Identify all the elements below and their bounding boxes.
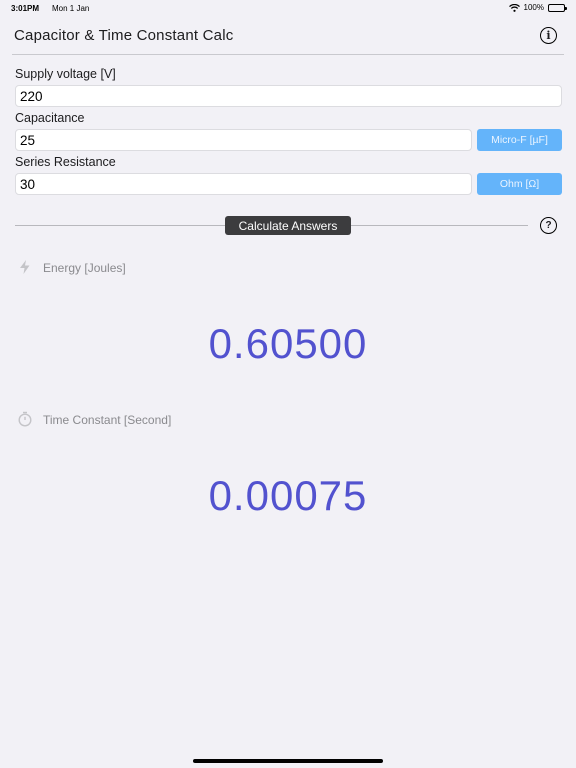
- wifi-icon: [508, 3, 520, 12]
- capacitance-label: Capacitance: [15, 111, 85, 125]
- capacitance-unit-button[interactable]: Micro-F [µF]: [477, 129, 562, 151]
- supply-voltage-label: Supply voltage [V]: [15, 67, 116, 81]
- status-bar: 3:01PM Mon 1 Jan 100%: [0, 0, 576, 16]
- resistance-unit-button[interactable]: Ohm [Ω]: [477, 173, 562, 195]
- resistance-label: Series Resistance: [15, 155, 116, 169]
- supply-voltage-field[interactable]: 220: [15, 85, 562, 107]
- info-icon[interactable]: i: [540, 27, 557, 44]
- status-right: 100%: [508, 3, 567, 12]
- capacitance-field[interactable]: 25: [15, 129, 472, 151]
- bolt-icon: [20, 260, 30, 274]
- stopwatch-icon: [18, 411, 32, 427]
- help-icon[interactable]: ?: [540, 217, 557, 234]
- energy-value: 0.60500: [208, 320, 368, 367]
- nav-divider: [12, 54, 564, 55]
- calculate-button[interactable]: Calculate Answers: [225, 216, 351, 235]
- energy-label: Energy [Joules]: [43, 261, 126, 275]
- status-date: Mon 1 Jan: [52, 4, 90, 13]
- time-constant-value: 0.00075: [208, 472, 368, 519]
- time-constant-label: Time Constant [Second]: [43, 413, 172, 427]
- battery-percent: 100%: [523, 3, 544, 12]
- resistance-field[interactable]: 30: [15, 173, 472, 195]
- status-time: 3:01PM: [11, 4, 40, 13]
- battery-icon: [548, 3, 567, 12]
- page-title: Capacitor & Time Constant Calc: [14, 27, 234, 44]
- home-indicator[interactable]: [193, 759, 383, 763]
